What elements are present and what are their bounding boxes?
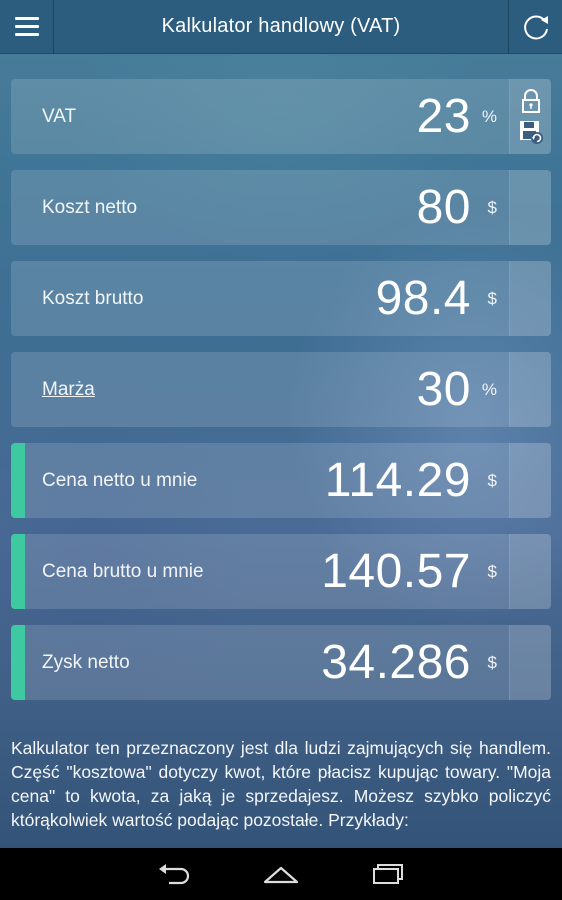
- field-zysk-netto[interactable]: Zysk netto 34.286 $: [11, 625, 551, 700]
- field-label: Cena netto u mnie: [42, 469, 198, 491]
- field-value[interactable]: 114.29: [325, 456, 471, 505]
- field-label: Zysk netto: [42, 651, 130, 673]
- home-icon: [263, 866, 299, 884]
- recent-apps-icon: [373, 864, 404, 884]
- save-refresh-icon[interactable]: [518, 119, 544, 145]
- menu-button[interactable]: [0, 0, 54, 54]
- field-unit: $: [487, 652, 497, 672]
- field-cena-netto[interactable]: Cena netto u mnie 114.29 $: [11, 443, 551, 518]
- field-unit: $: [487, 197, 497, 217]
- field-unit: %: [481, 106, 497, 126]
- field-koszt-brutto[interactable]: Koszt brutto 98.4 $: [11, 261, 551, 336]
- field-cena-brutto-input[interactable]: Cena brutto u mnie 140.57 $: [11, 534, 509, 609]
- back-button[interactable]: [152, 852, 196, 896]
- hamburger-menu-icon: [14, 17, 39, 20]
- field-value[interactable]: 23: [417, 92, 471, 141]
- refresh-icon: [523, 14, 548, 39]
- back-icon: [158, 864, 189, 885]
- field-label: Koszt netto: [42, 196, 138, 218]
- refresh-button[interactable]: [508, 0, 562, 54]
- field-side-panel: [509, 79, 551, 154]
- marza-link[interactable]: Marża: [42, 379, 95, 401]
- field-label: Koszt brutto: [42, 287, 144, 309]
- field-side-panel[interactable]: [509, 170, 551, 245]
- field-cena-brutto[interactable]: Cena brutto u mnie 140.57 $: [11, 534, 551, 609]
- field-side-panel[interactable]: [509, 443, 551, 518]
- field-value[interactable]: 98.4: [376, 274, 471, 323]
- field-marza[interactable]: Marża 30 %: [11, 352, 551, 427]
- field-unit: $: [487, 561, 497, 581]
- system-nav-bar: [0, 848, 562, 900]
- field-side-panel[interactable]: [509, 261, 551, 336]
- field-unit: $: [487, 288, 497, 308]
- field-unit: $: [487, 470, 497, 490]
- field-side-panel[interactable]: [509, 625, 551, 700]
- field-koszt-netto[interactable]: Koszt netto 80 $: [11, 170, 551, 245]
- field-unit: %: [481, 379, 497, 399]
- field-marza-input[interactable]: Marża 30 %: [11, 352, 509, 427]
- app-bar: Kalkulator handlowy (VAT): [0, 0, 562, 54]
- field-label: Cena brutto u mnie: [42, 560, 204, 582]
- field-vat[interactable]: VAT 23 %: [11, 79, 551, 154]
- home-button[interactable]: [259, 852, 303, 896]
- field-koszt-netto-input[interactable]: Koszt netto 80 $: [11, 170, 509, 245]
- lock-icon[interactable]: [520, 88, 542, 113]
- field-koszt-brutto-input[interactable]: Koszt brutto 98.4 $: [11, 261, 509, 336]
- field-zysk-netto-input[interactable]: Zysk netto 34.286 $: [11, 625, 509, 700]
- field-label: VAT: [42, 105, 77, 127]
- field-value[interactable]: 140.57: [321, 547, 471, 596]
- calculator-fields: VAT 23 % Koszt netto 80 $ Koszt brutto 9…: [11, 79, 551, 716]
- field-side-panel[interactable]: [509, 534, 551, 609]
- field-side-panel[interactable]: [509, 352, 551, 427]
- field-value[interactable]: 80: [417, 183, 471, 232]
- page-title: Kalkulator handlowy (VAT): [161, 15, 401, 37]
- description-text: Kalkulator ten przeznaczony jest dla lud…: [11, 738, 551, 830]
- field-vat-input[interactable]: VAT 23 %: [11, 79, 509, 154]
- field-value[interactable]: 34.286: [321, 638, 471, 687]
- field-cena-netto-input[interactable]: Cena netto u mnie 114.29 $: [11, 443, 509, 518]
- field-value[interactable]: 30: [417, 365, 471, 414]
- recent-apps-button[interactable]: [366, 852, 410, 896]
